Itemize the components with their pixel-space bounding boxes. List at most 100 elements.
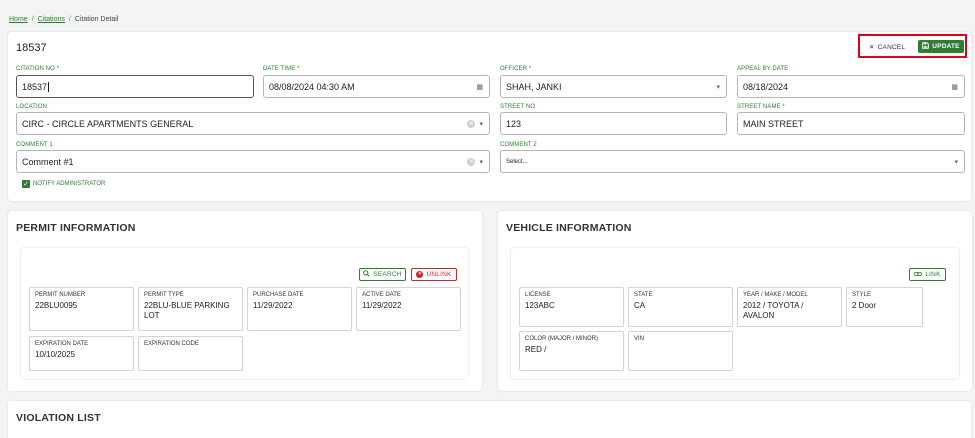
notify-administrator-checkbox[interactable]: ✓ NOTIFY ADMINISTRATOR [22, 180, 105, 188]
date-time-input[interactable]: 08/08/2024 04:30 AM ▦ [263, 75, 490, 98]
clear-icon[interactable]: ✕ [467, 157, 476, 166]
field-value: RED / [525, 345, 547, 354]
date-time-label: DATE TIME * [263, 66, 300, 72]
street-name-value: MAIN STREET [743, 118, 804, 129]
field-value: 22BLU-BLUE PARKING LOT [144, 301, 230, 320]
year-make-model-field: YEAR / MAKE / MODEL 2012 / TOYOTA / AVAL… [737, 287, 842, 327]
citation-no-input[interactable]: 18537 [16, 75, 254, 98]
appeal-by-date-value: 08/18/2024 [743, 81, 789, 92]
field-value: CA [634, 301, 646, 310]
search-label: SEARCH [373, 271, 402, 278]
search-icon [363, 270, 370, 279]
street-no-value: 123 [506, 118, 522, 129]
cancel-label: CANCEL [877, 43, 906, 51]
field-label: PURCHASE DATE [253, 292, 304, 298]
state-field: STATE CA [628, 287, 733, 327]
field-label: EXPIRATION CODE [144, 341, 199, 347]
location-select[interactable]: CIRC - CIRCLE APARTMENTS GENERAL ✕ ▾ [16, 112, 490, 135]
field-label: COLOR (MAJOR / MINOR) [525, 336, 598, 342]
notify-administrator-label: NOTIFY ADMINISTRATOR [33, 181, 106, 187]
search-button[interactable]: SEARCH [359, 268, 406, 281]
street-no-input[interactable]: 123 [500, 112, 727, 135]
permit-section-title: PERMIT INFORMATION [16, 222, 136, 234]
text-cursor [48, 81, 50, 92]
comment1-value: Comment #1 [22, 156, 74, 167]
date-time-value: 08/08/2024 04:30 AM [269, 81, 355, 92]
breadcrumb-current: Citation Detail [74, 16, 119, 23]
link-icon [914, 271, 923, 279]
vehicle-information-card: VEHICLE INFORMATION LINK LICENSE 123ABC … [498, 211, 972, 391]
street-name-label: STREET NAME * [737, 104, 785, 110]
calendar-icon[interactable]: ▦ [951, 83, 958, 91]
comment2-label: COMMENT 2 [500, 142, 537, 148]
close-icon: ✕ [869, 44, 875, 51]
chevron-down-icon: ▾ [479, 158, 483, 166]
field-value: 10/10/2025 [35, 350, 76, 359]
field-label: PERMIT NUMBER [35, 292, 86, 298]
permit-information-card: PERMIT INFORMATION SEARCH ✕ UNLINK PERMI… [8, 211, 482, 391]
breadcrumb-home-link[interactable]: Home [9, 16, 28, 23]
save-icon [922, 42, 930, 51]
field-label: ACTIVE DATE [362, 292, 401, 298]
expiration-date-field: EXPIRATION DATE 10/10/2025 [29, 336, 134, 371]
location-label: LOCATION [16, 104, 48, 110]
violation-list-card: VIOLATION LIST [8, 401, 971, 438]
vin-field: VIN [628, 331, 733, 371]
purchase-date-field: PURCHASE DATE 11/29/2022 [247, 287, 352, 331]
field-label: PERMIT TYPE [144, 292, 184, 298]
license-field: LICENSE 123ABC [519, 287, 624, 327]
field-label: VIN [634, 336, 645, 342]
vehicle-panel: LINK LICENSE 123ABC STATE CA YEAR / MAKE… [511, 248, 959, 379]
permit-type-field: PERMIT TYPE 22BLU-BLUE PARKING LOT [138, 287, 243, 331]
unlink-button[interactable]: ✕ UNLINK [411, 268, 457, 281]
field-value: 2012 / TOYOTA / AVALON [743, 301, 804, 320]
checkbox-checked-icon[interactable]: ✓ [22, 180, 30, 188]
comment2-select[interactable]: Select... ▾ [500, 150, 965, 173]
citation-no-value: 18537 [22, 81, 48, 92]
comment1-select[interactable]: Comment #1 ✕ ▾ [16, 150, 490, 173]
link-label: LINK [925, 271, 941, 278]
breadcrumb-separator: / [31, 16, 34, 23]
appeal-by-date-input[interactable]: 08/18/2024 ▦ [737, 75, 965, 98]
street-name-input[interactable]: MAIN STREET [737, 112, 965, 135]
breadcrumb-citations-link[interactable]: Citations [38, 16, 65, 23]
chevron-down-icon: ▾ [716, 83, 720, 91]
permit-number-field: PERMIT NUMBER 22BLU0095 [29, 287, 134, 331]
color-field: COLOR (MAJOR / MINOR) RED / [519, 331, 624, 371]
officer-select[interactable]: SHAH, JANKI ▾ [500, 75, 727, 98]
active-date-field: ACTIVE DATE 11/29/2022 [356, 287, 461, 331]
comment2-placeholder: Select... [506, 158, 528, 165]
citation-no-label: CITATION NO * [16, 66, 60, 72]
unlink-label: UNLINK [426, 271, 452, 278]
style-field: STYLE 2 Door [846, 287, 923, 327]
appeal-by-date-label: APPEAL BY DATE [737, 66, 789, 72]
comment1-label: COMMENT 1 [16, 142, 53, 148]
street-no-label: STREET NO [500, 104, 536, 110]
calendar-icon[interactable]: ▦ [476, 83, 483, 91]
field-label: LICENSE [525, 292, 551, 298]
breadcrumb-separator: / [68, 16, 71, 23]
expiration-code-field: EXPIRATION CODE [138, 336, 243, 371]
field-value: 2 Door [852, 301, 877, 310]
field-label: STATE [634, 292, 653, 298]
breadcrumb: Home / Citations / Citation Detail [9, 16, 118, 23]
clear-icon[interactable]: ✕ [467, 119, 476, 128]
violation-section-title: VIOLATION LIST [16, 412, 101, 424]
field-label: YEAR / MAKE / MODEL [743, 292, 808, 298]
field-value: 11/29/2022 [253, 301, 293, 310]
update-label: UPDATE [932, 43, 960, 50]
officer-label: OFFICER * [500, 66, 532, 72]
field-value: 22BLU0095 [35, 301, 78, 310]
chevron-down-icon: ▾ [954, 158, 958, 166]
chevron-down-icon: ▾ [479, 120, 483, 128]
field-value: 11/29/2022 [362, 301, 402, 310]
unlink-icon: ✕ [416, 271, 424, 278]
field-value: 123ABC [525, 301, 555, 310]
location-value: CIRC - CIRCLE APARTMENTS GENERAL [22, 118, 194, 129]
cancel-button[interactable]: ✕ CANCEL [869, 40, 905, 54]
link-button[interactable]: LINK [909, 268, 946, 281]
field-label: STYLE [852, 292, 872, 298]
update-button[interactable]: UPDATE [918, 40, 964, 53]
permit-panel: SEARCH ✕ UNLINK PERMIT NUMBER 22BLU0095 … [21, 248, 468, 379]
vehicle-section-title: VEHICLE INFORMATION [506, 222, 632, 234]
